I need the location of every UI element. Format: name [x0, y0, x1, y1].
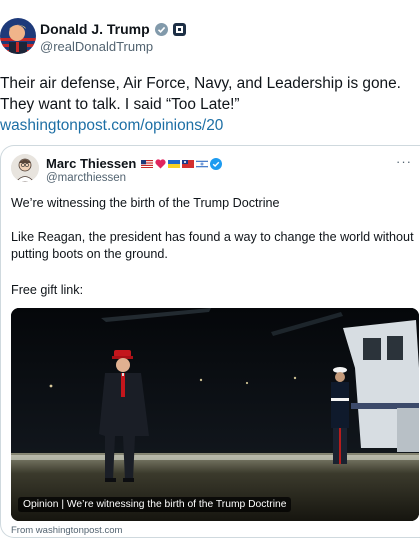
link-card-caption: Opinion | We’re witnessing the birth of … [18, 497, 292, 512]
post-header: Donald J. Trump @realDonaldTrump [0, 14, 420, 58]
more-options-button[interactable]: ··· [396, 154, 412, 169]
night-scene-image [11, 308, 419, 521]
ukraine-flag-icon [168, 159, 181, 168]
trump-avatar-icon [0, 18, 36, 54]
gray-verified-icon [154, 22, 168, 36]
quoted-paragraph-2: Like Reagan, the president has found a w… [11, 230, 414, 261]
post-text: Their air defense, Air Force, Navy, and … [0, 75, 401, 113]
link-source[interactable]: From washingtonpost.com [11, 525, 122, 536]
heart-icon [155, 158, 166, 168]
us-flag-icon [141, 159, 154, 168]
quoted-paragraph-3: Free gift link: [11, 283, 84, 297]
quoted-author-handle[interactable]: @marcthiessen [46, 172, 126, 184]
author-handle[interactable]: @realDonaldTrump [40, 39, 153, 54]
author-avatar[interactable] [0, 18, 36, 54]
thiessen-avatar-icon [11, 154, 39, 182]
taiwan-flag-icon [182, 159, 195, 168]
link-card-image[interactable]: Opinion | We’re witnessing the birth of … [11, 308, 419, 521]
quoted-paragraph-1: We’re witnessing the birth of the Trump … [11, 196, 280, 210]
israel-flag-icon [196, 159, 209, 168]
blue-check-icon [210, 157, 223, 170]
author-name[interactable]: Donald J. Trump [40, 21, 150, 37]
quoted-post[interactable]: Marc Thiessen @marcthiessen ··· We’re wi… [0, 145, 420, 538]
quoted-author-avatar[interactable] [11, 154, 39, 182]
post-link[interactable]: washingtonpost.com/opinions/20 [0, 117, 223, 135]
affiliate-badge-icon [172, 22, 186, 36]
quoted-author-name[interactable]: Marc Thiessen [46, 156, 136, 171]
